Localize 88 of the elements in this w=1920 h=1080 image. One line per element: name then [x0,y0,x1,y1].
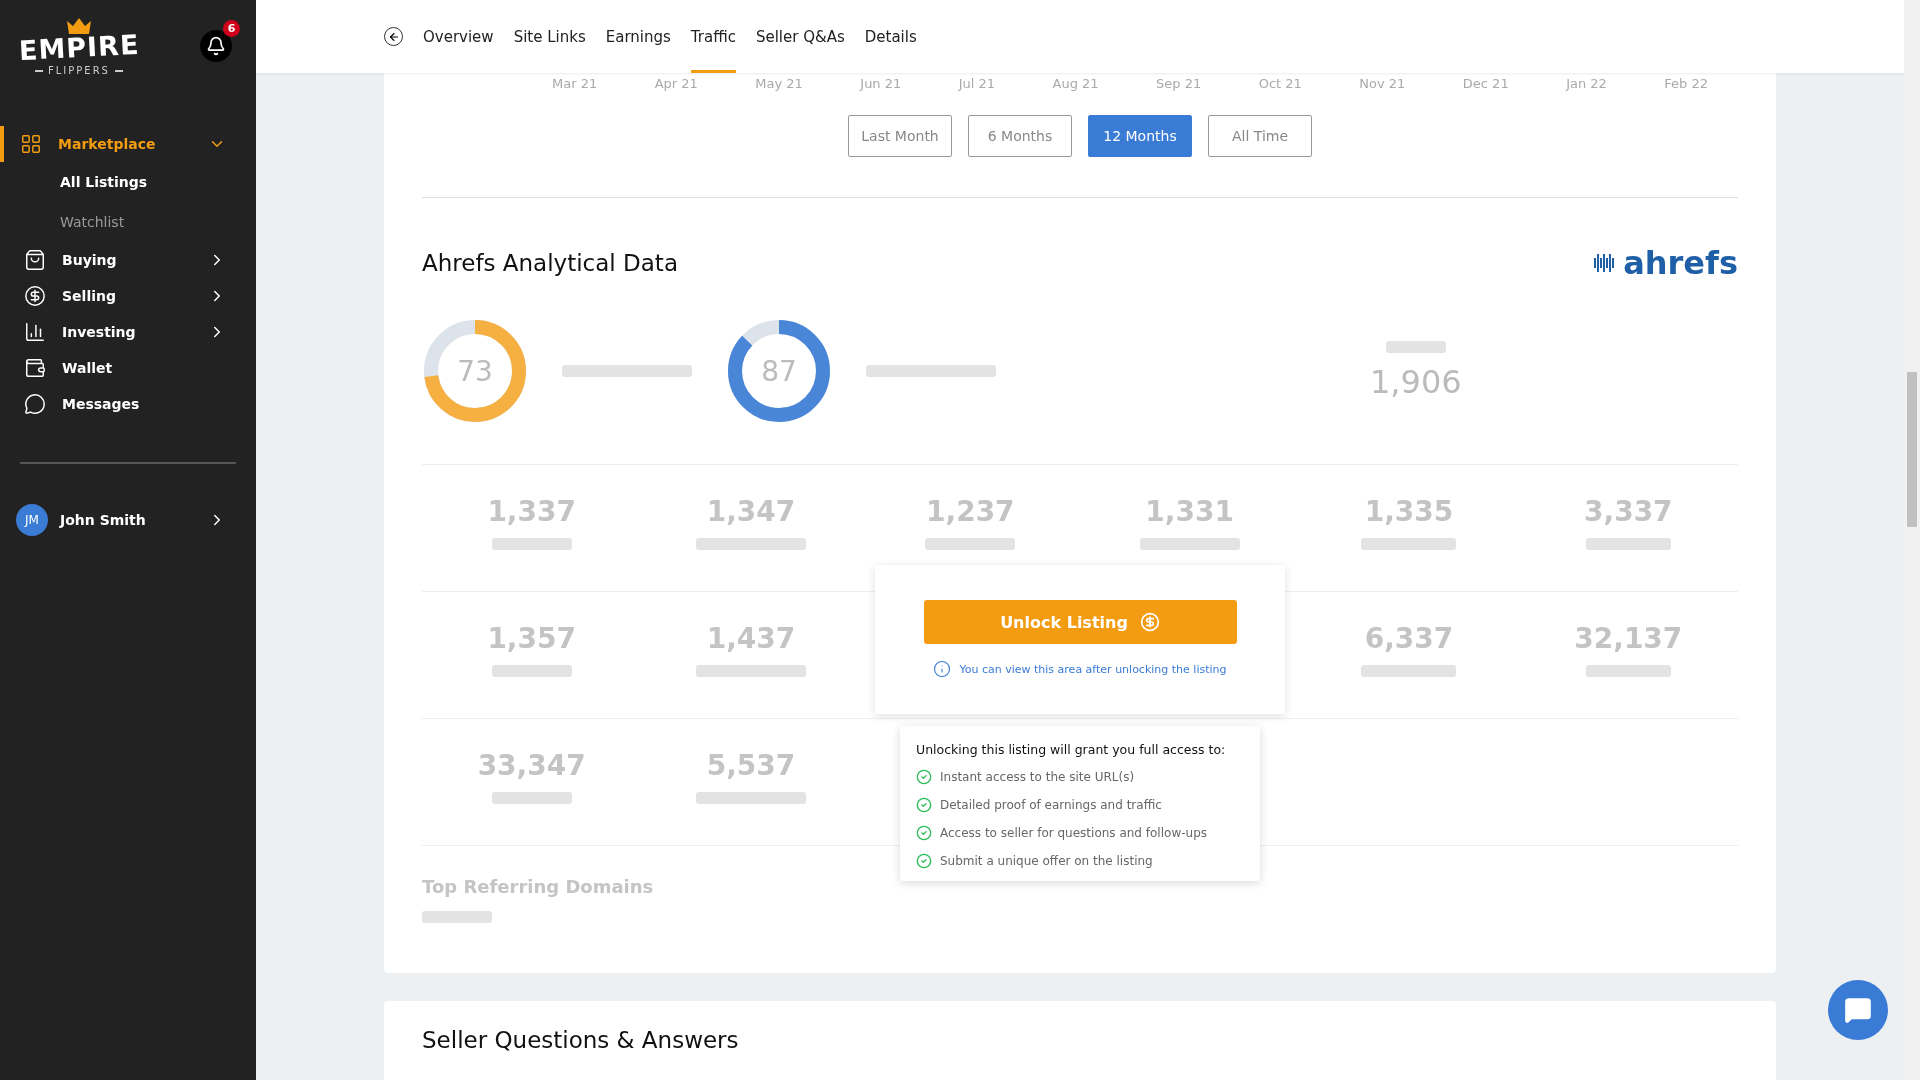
grid-icon [20,133,42,155]
subsection-title: Top Referring Domains [422,876,654,897]
sidebar-item[interactable]: Investing [0,314,256,350]
sidebar-item-label: Wallet [62,360,114,376]
user-name: John Smith [60,512,147,528]
tab[interactable]: Details [864,0,917,73]
blurred-label [1385,341,1446,353]
check-circle-icon [916,769,932,785]
rating-value: 87 [761,354,797,388]
bar-chart-icon [24,321,46,343]
stat-value: 32,137 [1574,622,1683,655]
chat-icon [1844,996,1872,1024]
crown-icon [66,18,92,34]
stat-value: 33,347 [477,749,586,782]
dollar-circle-icon [24,285,46,307]
sidebar-subitem[interactable]: Watchlist [0,202,256,242]
ahrefs-logo-text: ahrefs [1623,244,1738,282]
tab[interactable]: Site Links [513,0,586,73]
chat-button[interactable] [1828,980,1888,1040]
notification-count: 6 [223,20,240,37]
axis-label: Mar 21 [552,75,598,91]
benefits-heading: Unlocking this listing will grant you full access to: [916,742,1227,757]
stat-value: 1,347 [706,495,796,528]
rank-value: 1,906 [1370,363,1462,401]
benefit-text: Instant access to the site URL(s) [940,770,1135,784]
section-title: Ahrefs Analytical Data [422,250,678,276]
range-button[interactable]: 6 Months [968,115,1072,157]
axis-label: Jun 21 [860,75,902,91]
axis-label: Apr 21 [654,75,698,91]
user-menu[interactable]: JM John Smith [0,504,256,536]
blurred-label [422,911,492,923]
sidebar-item[interactable]: Wallet [0,350,256,386]
sidebar-item-label: Selling [62,288,117,304]
unlock-note: You can view this area after unlocking the listing [959,662,1227,676]
benefit-text: Access to seller for questions and follow-ups [940,826,1207,840]
stat-value: 1,237 [926,495,1015,528]
check-circle-icon [916,853,932,869]
dollar-circle-icon [1139,612,1160,632]
bell-icon [206,36,226,56]
stat-value: 1,357 [487,622,576,655]
sidebar-item[interactable]: Buying [0,242,256,278]
axis-label: Sep 21 [1156,75,1202,91]
stat-value: 1,437 [706,622,796,655]
stat-value: 1,337 [487,495,576,528]
arrow-left-icon [387,30,400,43]
wallet-icon [24,357,46,379]
sidebar-item[interactable]: Messages [0,386,256,422]
tab[interactable]: Earnings [605,0,671,73]
axis-label: Jan 22 [1566,75,1607,91]
stat-value: 3,337 [1584,495,1673,528]
sidebar-item[interactable]: Marketplace [0,126,256,162]
range-button[interactable]: All Time [1208,115,1312,157]
section-title: Seller Questions & Answers [422,1027,740,1053]
range-button[interactable]: Last Month [848,115,952,157]
range-button[interactable]: 12 Months [1088,115,1192,157]
sidebar-item[interactable]: Selling [0,278,256,314]
axis-label: May 21 [755,75,803,91]
logo-subtitle: FLIPPERS [35,65,123,76]
benefit-text: Submit a unique offer on the listing [940,854,1153,868]
notification-button[interactable] [200,30,232,62]
axis-label: Aug 21 [1052,75,1099,91]
sidebar-item-label: Messages [62,396,141,412]
shopping-bag-icon [24,249,46,271]
chat-bubble-icon [24,393,46,415]
axis-label: Nov 21 [1359,75,1406,91]
stat-value: 5,537 [706,749,796,782]
info-icon [933,660,952,678]
user-avatar: JM [16,504,48,536]
axis-label: Feb 22 [1664,75,1708,91]
check-circle-icon [916,825,932,841]
rating-value: 73 [457,354,493,388]
sidebar-item-label: Investing [62,324,137,340]
logo-title: EMPIRE [18,30,140,65]
check-circle-icon [916,797,932,813]
axis-label: Dec 21 [1462,75,1509,91]
sidebar-item-label: Buying [62,252,118,268]
sidebar-subitem[interactable]: All Listings [0,162,256,202]
tab[interactable]: Overview [423,0,494,73]
stat-value: 6,337 [1364,622,1454,655]
benefit-text: Detailed proof of earnings and traffic [940,798,1162,812]
scrollbar-thumb[interactable] [1907,372,1917,527]
sidebar-item-label: Marketplace [58,136,157,152]
axis-label: Oct 21 [1258,75,1302,91]
stat-value: 1,331 [1145,495,1234,528]
tab[interactable]: Seller Q&As [755,0,845,73]
scrollbar[interactable] [1904,0,1920,1080]
stat-value: 1,335 [1364,495,1454,528]
axis-label: Jul 21 [958,75,996,91]
